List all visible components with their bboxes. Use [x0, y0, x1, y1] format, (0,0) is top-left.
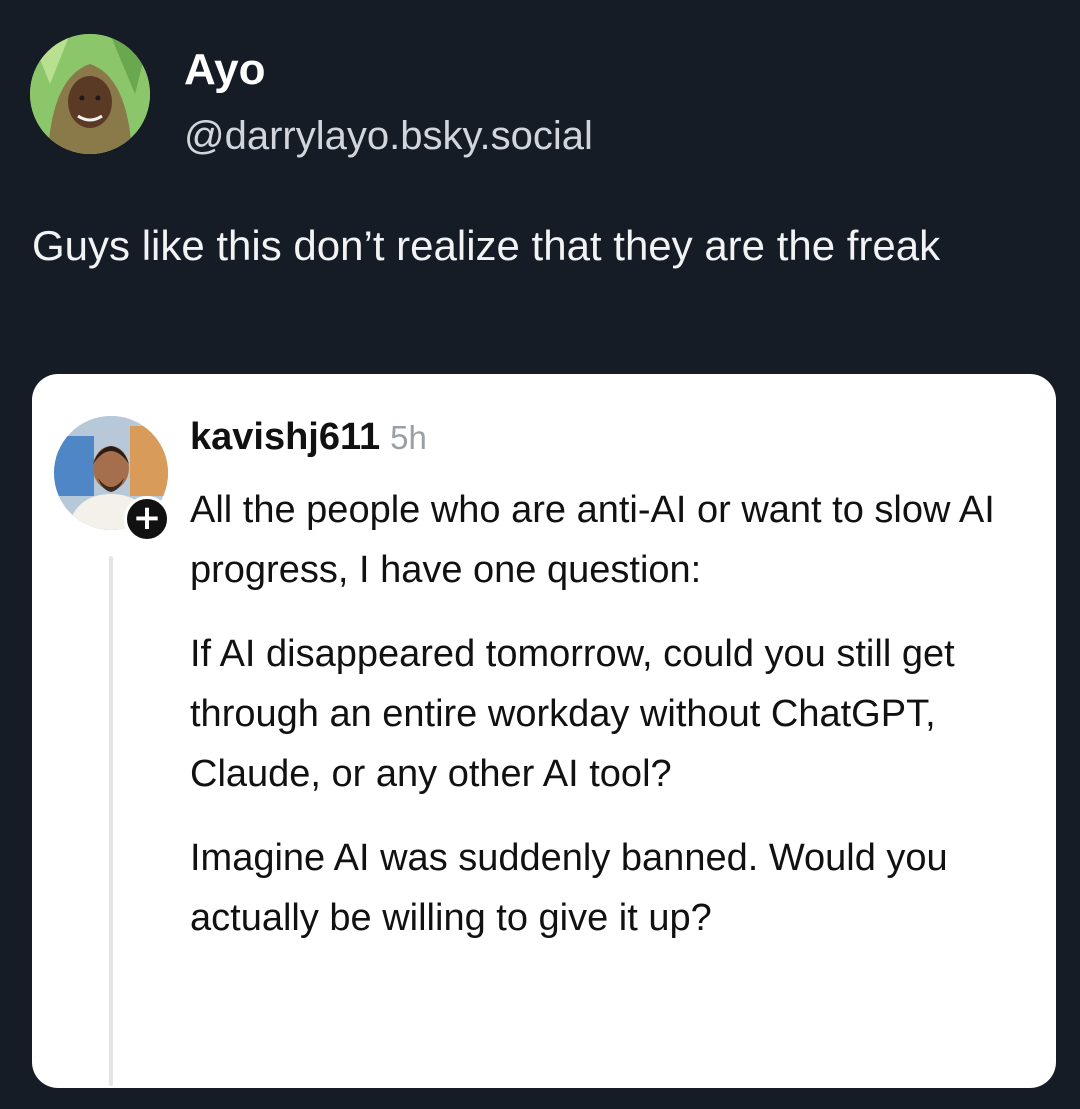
follow-plus-icon[interactable]: + [124, 496, 170, 542]
quoted-text: All the people who are anti-AI or want t… [190, 480, 1040, 972]
person-icon [30, 34, 150, 154]
quoted-timestamp: 5h [390, 419, 427, 456]
thread-line [109, 556, 113, 1086]
quoted-paragraph: All the people who are anti-AI or want t… [190, 489, 995, 591]
author-avatar[interactable] [30, 34, 150, 154]
post-text: Guys like this don’t realize that they a… [32, 222, 941, 269]
post: Ayo @darrylayo.bsky.social Guys like thi… [0, 0, 1080, 1109]
author-name[interactable]: Ayo [184, 44, 266, 96]
quoted-paragraph: If AI disappeared tomorrow, could you st… [190, 633, 955, 795]
quoted-paragraph: Imagine AI was suddenly banned. Would yo… [190, 837, 948, 939]
quoted-username[interactable]: kavishj611 [190, 416, 380, 458]
author-handle[interactable]: @darrylayo.bsky.social [184, 112, 593, 160]
quoted-header: kavishj611 5h [190, 412, 427, 470]
